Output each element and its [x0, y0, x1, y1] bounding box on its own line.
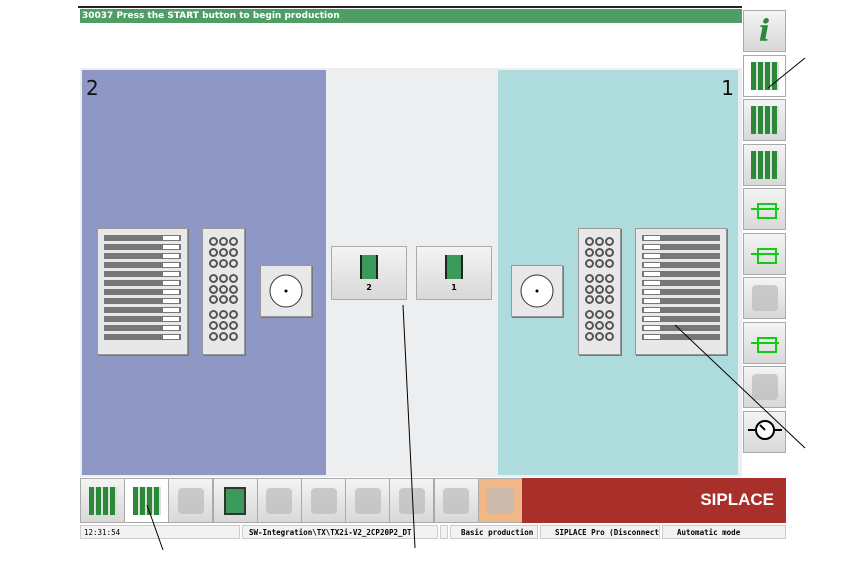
- callout-line: [674, 324, 806, 449]
- callout-line: [767, 57, 806, 89]
- callout-line: [402, 304, 416, 549]
- callout-lines: [146, 57, 806, 551]
- callout-line: [146, 504, 164, 551]
